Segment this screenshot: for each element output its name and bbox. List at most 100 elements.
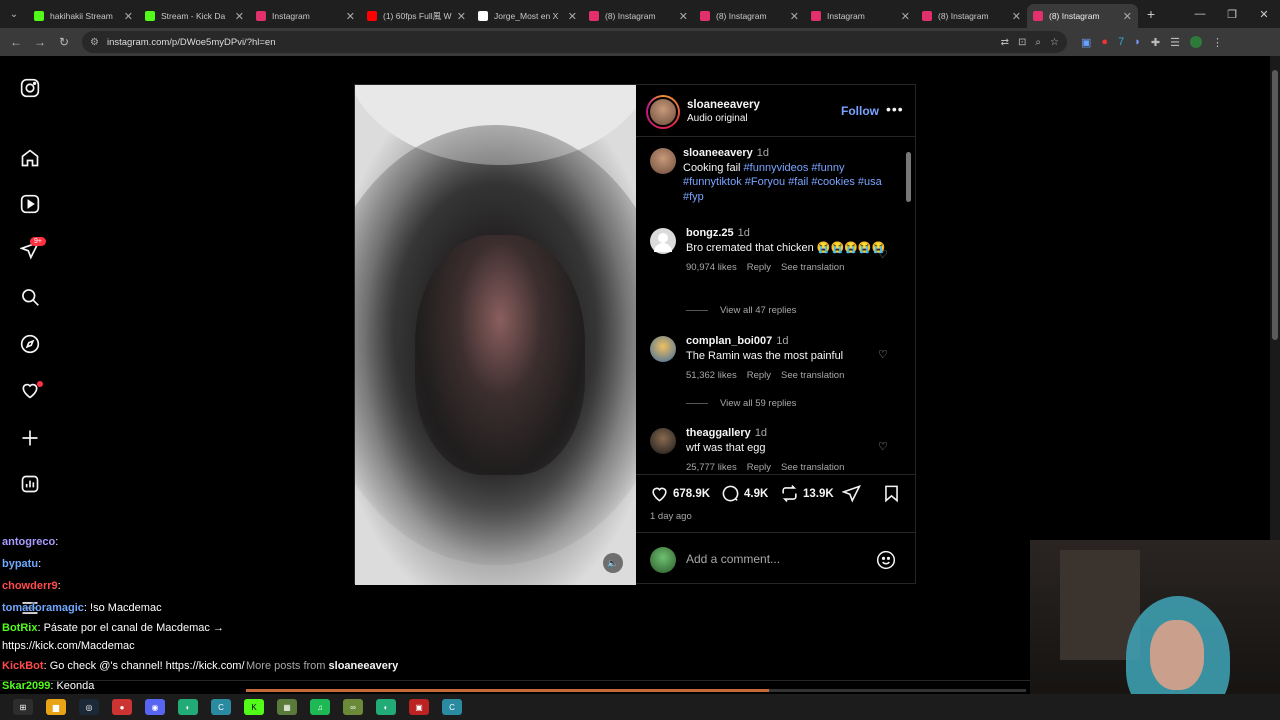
caption-avatar[interactable]: [650, 148, 676, 174]
extension-icon[interactable]: ●: [1101, 36, 1108, 48]
tab-close-icon[interactable]: ✕: [901, 10, 910, 23]
close-window-icon[interactable]: ✕: [1248, 8, 1280, 21]
app-icon[interactable]: ∞: [343, 699, 363, 715]
comment-like-heart-icon[interactable]: ♡: [878, 348, 888, 361]
back-icon[interactable]: ←: [4, 35, 28, 49]
home-icon[interactable]: [18, 146, 42, 170]
commenter-username[interactable]: theaggallery: [686, 427, 751, 439]
reading-list-icon[interactable]: ☰: [1170, 36, 1180, 49]
zoom-icon[interactable]: ⌕: [1035, 37, 1041, 48]
chrome-icon[interactable]: ◐: [178, 699, 198, 715]
explore-icon[interactable]: [18, 332, 42, 356]
browser-tab[interactable]: Jorge_Most en X ✕: [472, 4, 583, 28]
comment-input[interactable]: Add a comment...: [686, 552, 780, 566]
minecraft-icon[interactable]: ▦: [277, 699, 297, 715]
save-button[interactable]: [882, 484, 905, 503]
author-avatar[interactable]: [646, 95, 680, 129]
commenter-avatar[interactable]: [650, 428, 676, 454]
file-explorer-icon[interactable]: ▆: [46, 699, 66, 715]
comment-like-heart-icon[interactable]: ♡: [878, 248, 888, 261]
more-posts-username[interactable]: sloaneeavery: [329, 660, 399, 672]
browser-tab[interactable]: (8) Instagram ✕: [694, 4, 805, 28]
view-replies-button[interactable]: View all 59 replies: [686, 398, 796, 409]
tab-close-icon[interactable]: ✕: [346, 10, 355, 23]
browser-tab[interactable]: Instagram ✕: [250, 4, 361, 28]
browser-tab[interactable]: Stream - Kick Da ✕: [139, 4, 250, 28]
commenter-username[interactable]: complan_boi007: [686, 335, 772, 347]
reels-icon[interactable]: [18, 192, 42, 216]
audio-toggle-icon[interactable]: 🔈: [603, 553, 623, 573]
bookmark-star-icon[interactable]: ☆: [1050, 37, 1059, 48]
author-username[interactable]: sloaneeavery: [687, 99, 760, 111]
browser-tab[interactable]: (8) Instagram ✕: [916, 4, 1027, 28]
comment-likes[interactable]: 25,777 likes: [686, 461, 737, 474]
tab-close-icon[interactable]: ✕: [124, 10, 133, 23]
reload-icon[interactable]: ↻: [52, 35, 76, 49]
like-button[interactable]: 678.9K: [650, 484, 710, 503]
translate-icon[interactable]: ⇄: [1001, 37, 1009, 48]
see-translation-button[interactable]: See translation: [781, 461, 844, 474]
extensions-puzzle-icon[interactable]: ✚: [1151, 36, 1160, 49]
post-video[interactable]: 🔈: [355, 85, 636, 585]
follow-button[interactable]: Follow: [841, 104, 879, 118]
extension-icon[interactable]: ◗: [1134, 36, 1141, 48]
forward-icon[interactable]: →: [28, 35, 52, 49]
extension-icon[interactable]: ▣: [1081, 36, 1091, 49]
reply-button[interactable]: Reply: [747, 461, 771, 474]
repost-button[interactable]: 13.9K: [780, 484, 834, 503]
more-options-icon[interactable]: •••: [886, 101, 904, 117]
tab-close-icon[interactable]: ✕: [235, 10, 244, 23]
app-icon[interactable]: ▣: [409, 699, 429, 715]
comments-scrollbar[interactable]: [906, 144, 911, 464]
extension-icon[interactable]: 7: [1118, 36, 1124, 48]
search-icon[interactable]: [18, 285, 42, 309]
restore-icon[interactable]: ❐: [1216, 8, 1248, 21]
browser-tab[interactable]: (8) Instagram ✕: [583, 4, 694, 28]
tab-close-icon[interactable]: ✕: [679, 10, 688, 23]
tab-close-icon[interactable]: ✕: [568, 10, 577, 23]
discord-icon[interactable]: ◉: [145, 699, 165, 715]
comment-likes[interactable]: 90,974 likes: [686, 261, 737, 276]
tab-search-icon[interactable]: ⌄: [0, 0, 28, 28]
browser-tab[interactable]: (8) Instagram ✕: [1027, 4, 1138, 28]
commenter-avatar[interactable]: [650, 336, 676, 362]
comment-like-heart-icon[interactable]: ♡: [878, 440, 888, 453]
video-progress-bar[interactable]: [246, 689, 1026, 692]
install-icon[interactable]: ⊡: [1018, 37, 1026, 48]
tab-close-icon[interactable]: ✕: [1123, 10, 1132, 23]
view-replies-button[interactable]: View all 47 replies: [686, 305, 796, 316]
commenter-avatar[interactable]: [650, 228, 676, 254]
new-tab-button[interactable]: +: [1138, 6, 1164, 22]
steam-icon[interactable]: ◎: [79, 699, 99, 715]
chrome-icon[interactable]: ◐: [376, 699, 396, 715]
browser-tab[interactable]: (1) 60fps Full風 W ✕: [361, 4, 472, 28]
profile-avatar[interactable]: [1189, 36, 1202, 48]
tab-close-icon[interactable]: ✕: [1012, 10, 1021, 23]
site-info-icon[interactable]: ⚙: [90, 37, 99, 48]
tab-close-icon[interactable]: ✕: [457, 10, 466, 23]
reply-button[interactable]: Reply: [747, 369, 771, 384]
address-bar[interactable]: ⚙ instagram.com/p/DWoe5myDPvi/?hl=en ⇄ ⊡…: [82, 31, 1067, 53]
minimize-icon[interactable]: —: [1184, 8, 1216, 20]
share-button[interactable]: [842, 484, 865, 503]
comment-button[interactable]: 4.9K: [721, 484, 768, 503]
see-translation-button[interactable]: See translation: [781, 369, 844, 384]
obs-icon[interactable]: ●: [112, 699, 132, 715]
kick-icon[interactable]: K: [244, 699, 264, 715]
browser-tab[interactable]: hakihakii Stream ✕: [28, 4, 139, 28]
dashboard-icon[interactable]: [18, 472, 42, 496]
app-icon[interactable]: C: [442, 699, 462, 715]
browser-menu-icon[interactable]: ⋮: [1212, 36, 1223, 49]
comment-likes[interactable]: 51,362 likes: [686, 369, 737, 384]
commenter-username[interactable]: bongz.25: [686, 227, 734, 239]
tab-close-icon[interactable]: ✕: [790, 10, 799, 23]
see-translation-button[interactable]: See translation: [781, 261, 844, 276]
create-plus-icon[interactable]: [18, 426, 42, 450]
browser-tab[interactable]: Instagram ✕: [805, 4, 916, 28]
start-icon[interactable]: ⊞: [13, 699, 33, 715]
app-icon[interactable]: C: [211, 699, 231, 715]
instagram-logo-icon[interactable]: [18, 76, 42, 100]
emoji-icon[interactable]: [876, 550, 896, 570]
spotify-icon[interactable]: ♫: [310, 699, 330, 715]
audio-label[interactable]: Audio original: [687, 113, 748, 124]
